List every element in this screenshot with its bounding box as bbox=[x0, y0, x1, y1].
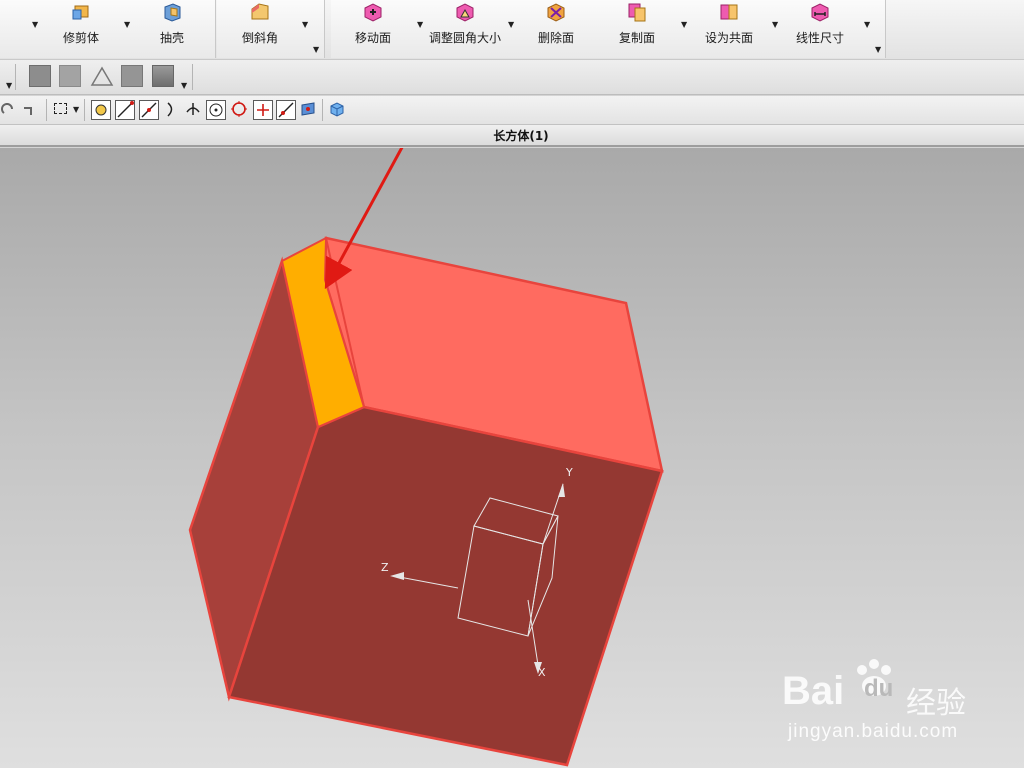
chamfer-button[interactable]: 倒斜角 bbox=[234, 0, 286, 58]
selection-filter-icon[interactable] bbox=[54, 103, 67, 114]
graphics-viewport[interactable]: Y Z X Bai du 经验 jingyan.baidu.com bbox=[0, 148, 1024, 768]
dropdown-arrow[interactable]: ▼ bbox=[73, 106, 79, 114]
axis-x-label: X bbox=[538, 666, 546, 679]
chamfer-label: 倒斜角 bbox=[241, 31, 278, 45]
layer-view-icon[interactable] bbox=[29, 65, 51, 87]
snap-point-on-curve-icon[interactable] bbox=[276, 100, 296, 120]
snap-existing-point-icon[interactable] bbox=[253, 100, 273, 120]
snap-intersection-icon[interactable] bbox=[184, 100, 204, 120]
shell-icon bbox=[164, 3, 181, 22]
delete-face-button[interactable]: 删除面 bbox=[534, 0, 578, 58]
solid-snap-icon[interactable] bbox=[328, 100, 348, 120]
redo-icon[interactable] bbox=[22, 102, 36, 116]
make-coplanar-icon bbox=[720, 4, 738, 20]
graphics-window-title: 长方体(1) bbox=[0, 125, 1024, 147]
resize-blend-icon bbox=[456, 3, 474, 22]
watermark-brand-cn: 经验 bbox=[906, 686, 966, 721]
toolbar-separator bbox=[192, 64, 193, 90]
trim-body-button[interactable]: 修剪体 bbox=[52, 0, 110, 58]
make-coplanar-label: 设为共面 bbox=[704, 31, 753, 45]
move-face-button[interactable]: 移动面 bbox=[350, 0, 396, 58]
shell-button[interactable]: 抽壳 bbox=[150, 0, 194, 58]
snap-curve-icon[interactable] bbox=[163, 100, 183, 120]
dropdown-arrow[interactable]: ▼ bbox=[124, 21, 130, 29]
toolbar-separator bbox=[322, 99, 323, 121]
triangle-view-icon[interactable] bbox=[90, 65, 114, 87]
toolbar-separator bbox=[84, 99, 85, 121]
copy-face-label: 复制面 bbox=[618, 31, 655, 45]
dropdown-arrow[interactable]: ▼ bbox=[681, 21, 687, 29]
delete-face-icon bbox=[547, 3, 565, 22]
toolbar-separator bbox=[46, 99, 47, 121]
trim-body-icon bbox=[72, 5, 89, 20]
sheet-view-icon[interactable] bbox=[59, 65, 81, 87]
linear-dimension-icon bbox=[811, 3, 829, 22]
view-toolbar: ▼ ▼ bbox=[0, 60, 1024, 95]
part-name: 长方体(1) bbox=[493, 129, 549, 143]
snap-arc-center-icon[interactable] bbox=[206, 100, 226, 120]
axis-z-label: Z bbox=[381, 561, 389, 574]
trim-body-label: 修剪体 bbox=[62, 31, 99, 45]
shell-label: 抽壳 bbox=[159, 31, 184, 45]
dropdown-arrow[interactable]: ▼ bbox=[181, 82, 187, 90]
ribbon-toolbar: ▼ 修剪体 ▼ 抽壳 倒斜角 ▼ ▼ 移动面 ▼ 调整圆角大小 ▼ 删除面 复制… bbox=[0, 0, 1024, 60]
copy-face-button[interactable]: 复制面 bbox=[614, 0, 660, 58]
dropdown-arrow[interactable]: ▼ bbox=[772, 21, 778, 29]
dropdown-arrow[interactable]: ▼ bbox=[302, 21, 308, 29]
dropdown-arrow[interactable]: ▼ bbox=[313, 46, 319, 54]
move-face-label: 移动面 bbox=[354, 31, 391, 45]
undo-icon[interactable] bbox=[1, 102, 15, 116]
move-face-icon bbox=[364, 3, 382, 22]
make-coplanar-button[interactable]: 设为共面 bbox=[702, 0, 756, 58]
snap-midpoint-icon[interactable] bbox=[139, 100, 159, 120]
dropdown-arrow[interactable]: ▼ bbox=[508, 21, 514, 29]
snap-quadrant-icon[interactable] bbox=[230, 100, 250, 120]
watermark-brand-right: du bbox=[864, 675, 894, 702]
dropdown-arrow[interactable]: ▼ bbox=[32, 21, 38, 29]
section-view-icon[interactable] bbox=[121, 65, 143, 87]
stack-view-icon[interactable] bbox=[152, 65, 174, 87]
linear-dimension-label: 线性尺寸 bbox=[795, 31, 844, 45]
copy-face-icon bbox=[628, 3, 646, 22]
chamfer-icon bbox=[251, 3, 269, 20]
resize-blend-button[interactable]: 调整圆角大小 bbox=[428, 0, 502, 58]
watermark-url: jingyan.baidu.com bbox=[788, 721, 959, 742]
snap-endpoint-icon[interactable] bbox=[115, 100, 135, 120]
axis-y-label: Y bbox=[565, 466, 573, 479]
resize-blend-label: 调整圆角大小 bbox=[428, 31, 501, 45]
dropdown-arrow[interactable]: ▼ bbox=[875, 46, 881, 54]
delete-face-label: 删除面 bbox=[537, 31, 574, 45]
toolbar-separator bbox=[15, 64, 16, 90]
linear-dimension-button[interactable]: 线性尺寸 bbox=[792, 0, 848, 58]
watermark-brand-left: Bai bbox=[782, 669, 845, 713]
dropdown-arrow[interactable]: ▼ bbox=[6, 82, 12, 90]
dropdown-arrow[interactable]: ▼ bbox=[417, 21, 423, 29]
snap-all-icon[interactable] bbox=[91, 100, 111, 120]
snap-point-on-face-icon[interactable] bbox=[299, 100, 319, 120]
baidu-watermark: Bai du 经验 jingyan.baidu.com bbox=[782, 656, 1022, 766]
dropdown-arrow[interactable]: ▼ bbox=[864, 21, 870, 29]
